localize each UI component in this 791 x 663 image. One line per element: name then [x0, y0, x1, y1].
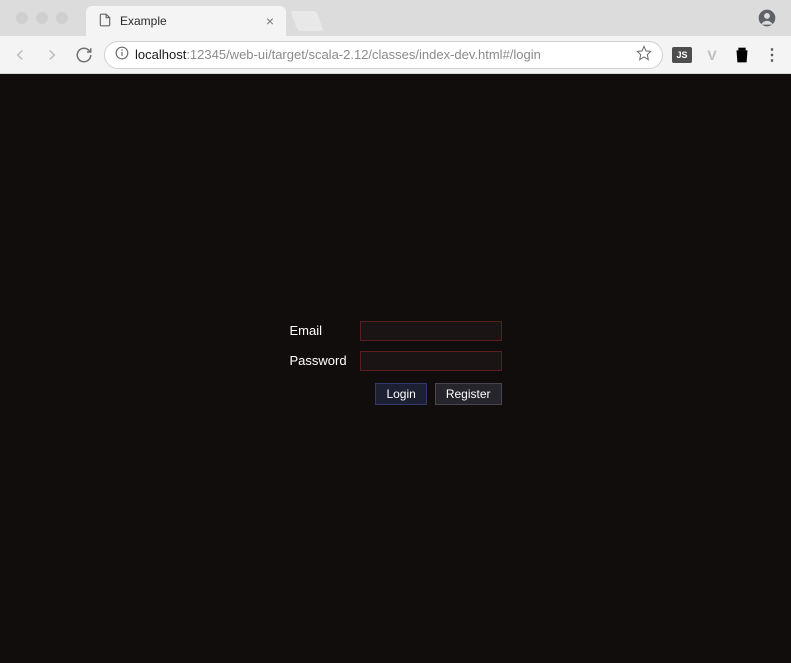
url-host: localhost	[135, 47, 186, 62]
button-row: Login Register	[360, 383, 502, 405]
back-button[interactable]	[8, 43, 32, 67]
window-maximize-icon[interactable]	[56, 12, 68, 24]
page-viewport: Email Password Login Register	[0, 74, 791, 663]
register-button[interactable]: Register	[435, 383, 502, 405]
tab-bar: Example ×	[0, 0, 791, 36]
site-info-icon[interactable]	[115, 46, 129, 63]
window-minimize-icon[interactable]	[36, 12, 48, 24]
login-button[interactable]: Login	[375, 383, 426, 405]
password-row: Password	[290, 351, 502, 371]
address-text: localhost:12345/web-ui/target/scala-2.12…	[135, 47, 541, 62]
extension-js-icon[interactable]: JS	[671, 44, 693, 66]
login-form: Email Password Login Register	[290, 321, 502, 405]
bookmark-star-icon[interactable]	[636, 45, 652, 64]
password-field[interactable]	[360, 351, 502, 371]
profile-icon[interactable]	[757, 8, 777, 33]
email-field[interactable]	[360, 321, 502, 341]
kebab-menu-icon[interactable]: ⋮	[761, 44, 783, 66]
trash-icon[interactable]	[731, 44, 753, 66]
url-path: :12345/web-ui/target/scala-2.12/classes/…	[186, 47, 541, 62]
address-bar[interactable]: localhost:12345/web-ui/target/scala-2.12…	[104, 41, 663, 69]
email-row: Email	[290, 321, 502, 341]
extension-vue-icon[interactable]: V	[701, 44, 723, 66]
close-icon[interactable]: ×	[266, 13, 274, 29]
page-icon	[98, 13, 112, 30]
window-close-icon[interactable]	[16, 12, 28, 24]
forward-button[interactable]	[40, 43, 64, 67]
extension-badge: JS	[672, 47, 692, 63]
browser-tab[interactable]: Example ×	[86, 6, 286, 36]
password-label: Password	[290, 353, 350, 368]
reload-button[interactable]	[72, 43, 96, 67]
browser-toolbar: localhost:12345/web-ui/target/scala-2.12…	[0, 36, 791, 74]
new-tab-button[interactable]	[290, 11, 323, 31]
browser-chrome: Example × localhost:12345/web-ui/target/…	[0, 0, 791, 74]
tab-title: Example	[120, 14, 167, 28]
email-label: Email	[290, 323, 350, 338]
window-controls	[8, 0, 76, 36]
